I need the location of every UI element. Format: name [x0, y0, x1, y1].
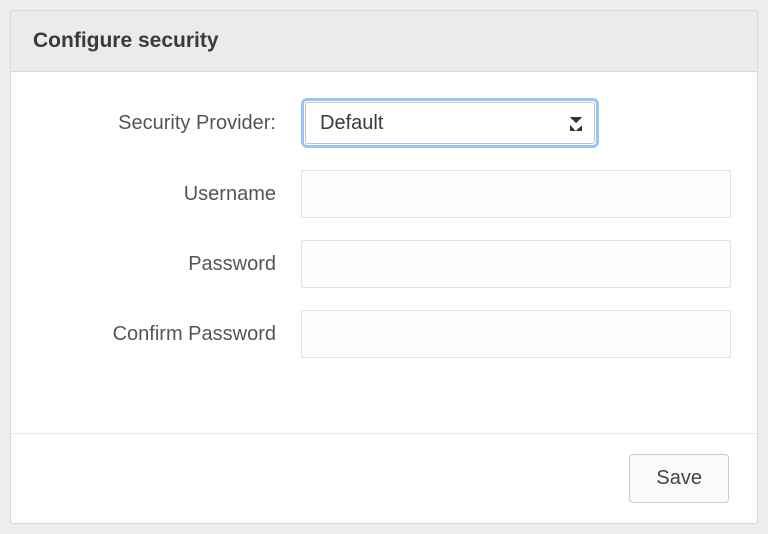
confirm-password-input[interactable] — [301, 310, 731, 358]
password-row: Password — [51, 240, 717, 288]
panel-body: Security Provider: Default Username Pass… — [11, 72, 757, 390]
confirm-password-control — [301, 310, 731, 358]
username-label: Username — [51, 183, 301, 206]
security-provider-label: Security Provider: — [51, 112, 301, 135]
panel-title: Configure security — [11, 11, 757, 72]
security-provider-row: Security Provider: Default — [51, 98, 717, 148]
username-control — [301, 170, 731, 218]
panel-footer: Save — [11, 433, 757, 523]
save-button[interactable]: Save — [629, 454, 729, 503]
security-provider-focus-ring: Default — [301, 98, 599, 148]
username-row: Username — [51, 170, 717, 218]
password-input[interactable] — [301, 240, 731, 288]
security-provider-select[interactable]: Default — [305, 102, 595, 144]
password-label: Password — [51, 253, 301, 276]
confirm-password-row: Confirm Password — [51, 310, 717, 358]
username-input[interactable] — [301, 170, 731, 218]
security-provider-control: Default — [301, 98, 717, 148]
confirm-password-label: Confirm Password — [51, 323, 301, 346]
configure-security-panel: Configure security Security Provider: De… — [10, 10, 758, 524]
password-control — [301, 240, 731, 288]
